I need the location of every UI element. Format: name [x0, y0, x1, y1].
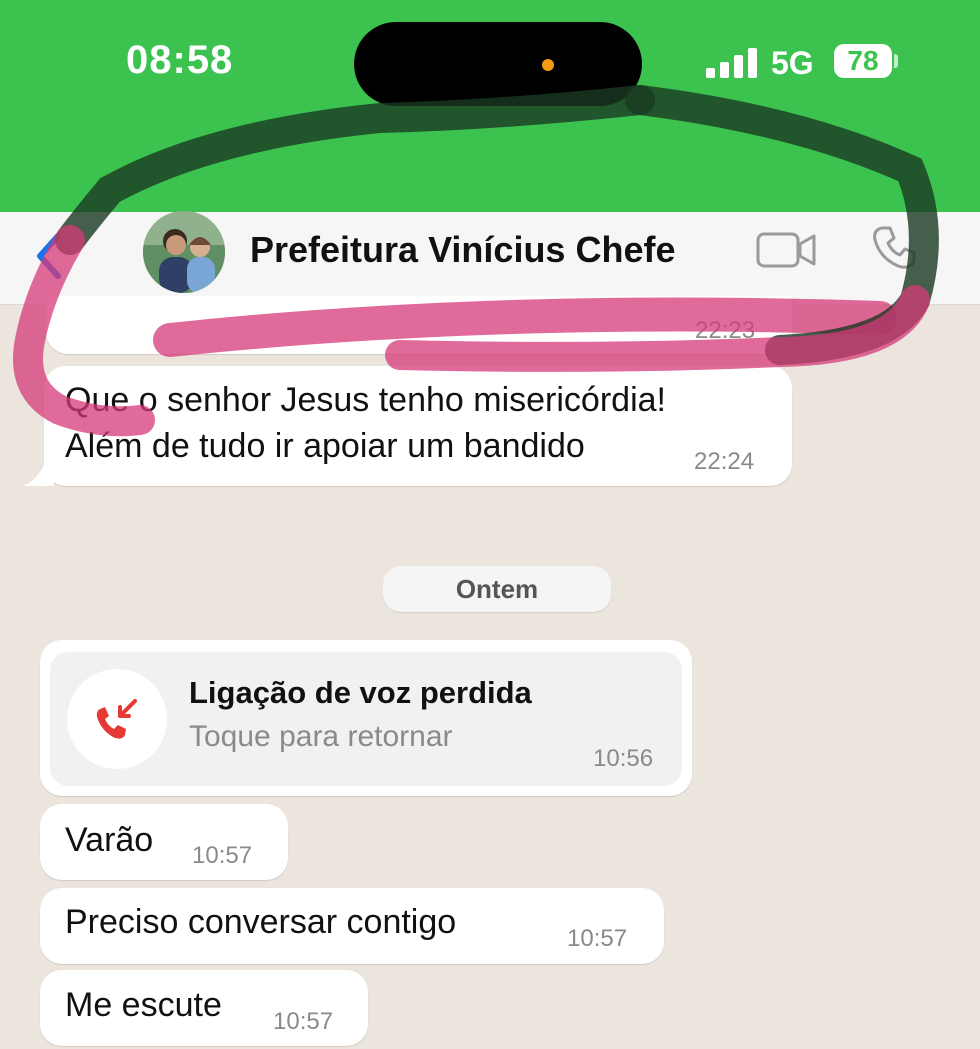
missed-call-subtitle: Toque para retornar	[189, 720, 453, 753]
message-time: 22:24	[694, 448, 755, 475]
battery-level: 78	[834, 44, 892, 78]
contact-avatar[interactable]	[143, 211, 225, 293]
message-time: 22:23	[695, 317, 756, 344]
network-type-label: 5G	[771, 45, 814, 81]
message-text: Me escute	[65, 986, 222, 1024]
battery-tip	[894, 54, 898, 68]
missed-call-icon	[96, 699, 137, 739]
avatar-photo	[143, 211, 225, 293]
message-time: 10:57	[192, 842, 253, 869]
message-time: 10:56	[593, 745, 654, 772]
contact-name[interactable]: Prefeitura Vinícius Chefe	[250, 229, 675, 271]
phone-icon[interactable]	[870, 224, 918, 272]
signal-strength-icon	[706, 48, 757, 78]
status-clock: 08:58	[126, 38, 234, 82]
message-bubble-partial[interactable]	[46, 296, 792, 354]
missed-call-title: Ligação de voz perdida	[189, 675, 532, 710]
message-text: Que o senhor Jesus tenho misericórdia!	[65, 381, 666, 419]
message-time: 10:57	[273, 1008, 334, 1035]
back-chevron-icon[interactable]	[30, 230, 66, 282]
video-camera-icon[interactable]	[756, 230, 816, 270]
message-text: Além de tudo ir apoiar um bandido	[65, 427, 585, 465]
bubble-tail	[24, 458, 54, 486]
message-text: Varão	[65, 821, 154, 859]
battery-icon: 78	[834, 44, 898, 78]
dynamic-island	[354, 22, 642, 106]
message-text: Preciso conversar contigo	[65, 903, 457, 941]
date-separator: Ontem	[383, 566, 611, 612]
privacy-indicator-dot	[542, 59, 554, 71]
message-time: 10:57	[567, 925, 628, 952]
missed-call-icon-circle	[67, 669, 167, 769]
